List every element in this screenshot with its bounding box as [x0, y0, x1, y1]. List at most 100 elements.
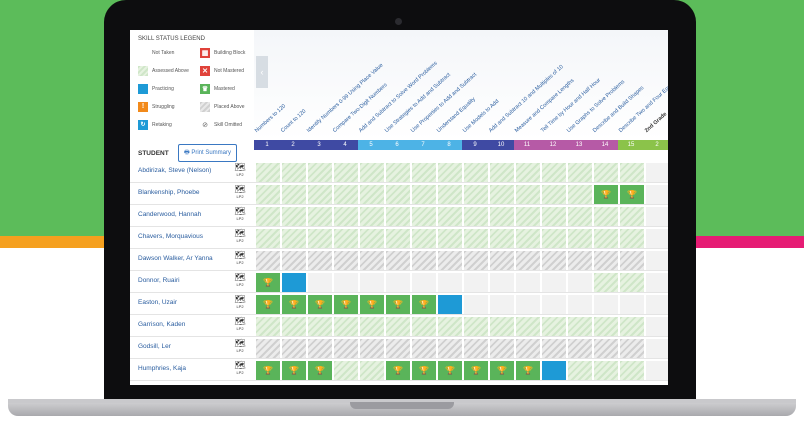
skill-status-cell[interactable]	[594, 163, 618, 182]
skill-status-cell[interactable]	[412, 273, 436, 292]
skill-status-cell[interactable]	[646, 273, 668, 292]
skill-status-cell[interactable]	[542, 163, 566, 182]
skill-status-cell[interactable]	[438, 207, 462, 226]
skill-status-cell[interactable]	[646, 339, 668, 358]
print-summary-button[interactable]: 🖶 Print Summary	[178, 144, 238, 162]
skill-status-cell[interactable]	[438, 339, 462, 358]
student-name-link[interactable]: Donnor, Ruairi	[138, 277, 180, 284]
skill-status-cell[interactable]	[334, 251, 358, 270]
skill-status-cell[interactable]	[256, 207, 280, 226]
skill-status-cell[interactable]	[464, 339, 488, 358]
skill-status-cell[interactable]	[542, 361, 566, 380]
skill-status-cell[interactable]	[542, 339, 566, 358]
skill-status-cell[interactable]: 🏆	[412, 295, 436, 314]
learning-path-map-icon[interactable]: 🗺 LP2	[234, 339, 246, 357]
skill-status-cell[interactable]	[308, 185, 332, 204]
skill-status-cell[interactable]	[646, 207, 668, 226]
skill-status-cell[interactable]	[646, 163, 668, 182]
skill-status-cell[interactable]	[620, 229, 644, 248]
skill-status-cell[interactable]	[386, 317, 410, 336]
skill-status-cell[interactable]	[594, 317, 618, 336]
skill-status-cell[interactable]: 🏆	[386, 361, 410, 380]
skill-status-cell[interactable]	[386, 339, 410, 358]
skill-status-cell[interactable]: 🏆	[256, 361, 280, 380]
skill-status-cell[interactable]	[412, 207, 436, 226]
skill-status-cell[interactable]	[490, 273, 514, 292]
skill-status-cell[interactable]	[360, 229, 384, 248]
skill-status-cell[interactable]	[568, 317, 592, 336]
skill-status-cell[interactable]	[308, 163, 332, 182]
skill-status-cell[interactable]	[542, 295, 566, 314]
skill-status-cell[interactable]	[620, 207, 644, 226]
skill-status-cell[interactable]	[568, 339, 592, 358]
skill-status-cell[interactable]: 🏆	[386, 295, 410, 314]
student-name-link[interactable]: Godsill, Ler	[138, 343, 171, 350]
skill-status-cell[interactable]	[360, 185, 384, 204]
skill-status-cell[interactable]	[594, 273, 618, 292]
student-name-link[interactable]: Chavers, Morquavious	[138, 233, 203, 240]
skill-status-cell[interactable]	[516, 185, 540, 204]
skill-header-label[interactable]: Count to 120	[280, 108, 307, 134]
skill-status-cell[interactable]	[334, 273, 358, 292]
skill-status-cell[interactable]	[568, 207, 592, 226]
skill-status-cell[interactable]	[256, 185, 280, 204]
skill-status-cell[interactable]	[464, 185, 488, 204]
skill-status-cell[interactable]	[438, 163, 462, 182]
skill-status-cell[interactable]	[646, 185, 668, 204]
skill-status-cell[interactable]	[542, 185, 566, 204]
skill-status-cell[interactable]	[412, 185, 436, 204]
skill-status-cell[interactable]	[334, 317, 358, 336]
student-name-link[interactable]: Humphries, Kaja	[138, 365, 186, 372]
skill-status-cell[interactable]: 🏆	[620, 185, 644, 204]
skill-status-cell[interactable]	[334, 339, 358, 358]
skill-status-cell[interactable]	[594, 295, 618, 314]
skill-status-cell[interactable]	[282, 273, 306, 292]
skill-status-cell[interactable]: 🏆	[464, 361, 488, 380]
skill-status-cell[interactable]	[490, 185, 514, 204]
learning-path-map-icon[interactable]: 🗺 LP2	[234, 273, 246, 291]
skill-status-cell[interactable]	[412, 229, 436, 248]
skill-status-cell[interactable]	[256, 317, 280, 336]
student-name-link[interactable]: Garrison, Kaden	[138, 321, 185, 328]
skill-status-cell[interactable]	[490, 339, 514, 358]
skill-status-cell[interactable]	[620, 251, 644, 270]
skill-status-cell[interactable]	[568, 361, 592, 380]
skill-status-cell[interactable]	[516, 273, 540, 292]
skill-status-cell[interactable]	[438, 251, 462, 270]
skill-status-cell[interactable]	[620, 361, 644, 380]
skill-status-cell[interactable]	[516, 207, 540, 226]
skill-status-cell[interactable]: 🏆	[516, 361, 540, 380]
learning-path-map-icon[interactable]: 🗺 LP2	[234, 229, 246, 247]
skill-status-cell[interactable]	[568, 295, 592, 314]
skill-status-cell[interactable]	[646, 229, 668, 248]
skill-status-cell[interactable]: 🏆	[282, 295, 306, 314]
skill-status-cell[interactable]	[620, 317, 644, 336]
skill-status-cell[interactable]	[568, 273, 592, 292]
learning-path-map-icon[interactable]: 🗺 LP2	[234, 317, 246, 335]
skill-status-cell[interactable]	[282, 251, 306, 270]
skill-status-cell[interactable]	[516, 229, 540, 248]
skill-status-cell[interactable]	[256, 339, 280, 358]
skill-status-cell[interactable]	[542, 207, 566, 226]
skill-status-cell[interactable]	[464, 251, 488, 270]
student-name-link[interactable]: Dawson Walker, Ar Yanna	[138, 255, 213, 262]
skill-status-cell[interactable]	[334, 229, 358, 248]
skill-status-cell[interactable]	[438, 317, 462, 336]
skill-status-cell[interactable]	[620, 163, 644, 182]
skill-status-cell[interactable]	[360, 317, 384, 336]
skill-status-cell[interactable]	[282, 163, 306, 182]
skill-status-cell[interactable]	[568, 229, 592, 248]
skill-status-cell[interactable]	[464, 317, 488, 336]
skill-status-cell[interactable]	[386, 273, 410, 292]
skill-status-cell[interactable]	[646, 251, 668, 270]
skill-status-cell[interactable]	[594, 229, 618, 248]
skill-status-cell[interactable]	[464, 163, 488, 182]
skill-status-cell[interactable]	[412, 339, 436, 358]
skill-status-cell[interactable]: 🏆	[360, 295, 384, 314]
skill-status-cell[interactable]	[516, 163, 540, 182]
skill-status-cell[interactable]	[516, 339, 540, 358]
skill-status-cell[interactable]	[490, 163, 514, 182]
skill-status-cell[interactable]	[282, 207, 306, 226]
skill-status-cell[interactable]	[620, 273, 644, 292]
skill-status-cell[interactable]: 🏆	[308, 361, 332, 380]
